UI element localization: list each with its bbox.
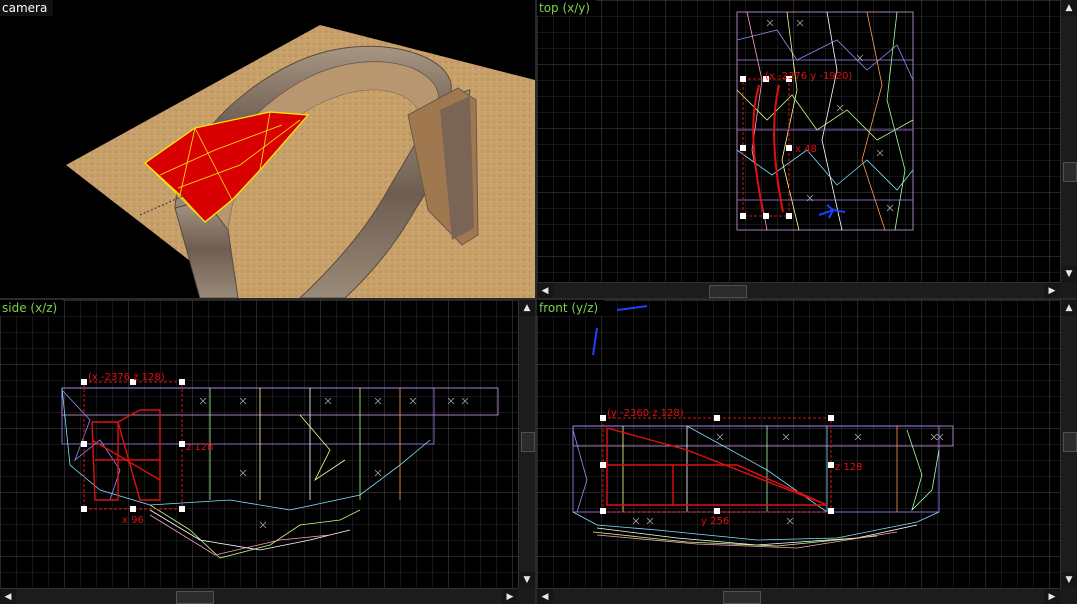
front-grid[interactable]: (y -2360 z 128) z 128 y 256 [537, 300, 1060, 588]
front-width-annotation: y 256 [701, 516, 729, 527]
front-vertical-scrollbar[interactable]: ▲ ▼ [1060, 300, 1077, 588]
front-scroll-corner [1060, 588, 1077, 604]
side-scroll-corner [518, 588, 535, 604]
front-height-annotation: z 128 [835, 462, 863, 473]
side-grid[interactable]: (x -2376 z 128) z 128 x 96 [0, 300, 518, 588]
side-vscroll-thumb[interactable] [521, 432, 535, 452]
top-hscroll-thumb[interactable] [709, 285, 747, 298]
top-size-annotation: x 48 [795, 144, 817, 155]
side-vertical-scrollbar[interactable]: ▲ ▼ [518, 300, 535, 588]
top-scroll-up-button[interactable]: ▲ [1061, 0, 1077, 16]
camera-viewport[interactable]: camera [0, 0, 535, 298]
side-horizontal-scrollbar[interactable]: ◀ ▶ [0, 588, 518, 604]
front-scroll-right-button[interactable]: ▶ [1044, 589, 1060, 604]
side-scroll-down-button[interactable]: ▼ [519, 572, 535, 588]
top-scroll-right-button[interactable]: ▶ [1044, 283, 1060, 298]
top-vscroll-thumb[interactable] [1063, 162, 1077, 182]
top-vertical-scrollbar[interactable]: ▲ ▼ [1060, 0, 1077, 282]
front-scroll-left-button[interactable]: ◀ [537, 589, 553, 604]
front-vscroll-thumb[interactable] [1063, 432, 1077, 452]
side-hscroll-thumb[interactable] [176, 591, 214, 604]
top-grid[interactable]: (x -2376 y -1920) x 48 [537, 0, 1060, 282]
top-viewport[interactable]: top (x/y) (x -2376 y -1920) x 48 ▲ ▼ ◀ ▶ [537, 0, 1077, 298]
camera-viewport-label: camera [0, 0, 54, 16]
front-horizontal-scrollbar[interactable]: ◀ ▶ [537, 588, 1060, 604]
top-scroll-left-button[interactable]: ◀ [537, 283, 553, 298]
side-scroll-left-button[interactable]: ◀ [0, 589, 16, 604]
side-viewport-label: side (x/z) [0, 300, 64, 316]
side-coord-annotation: (x -2376 z 128) [88, 372, 165, 383]
front-viewport-label: front (y/z) [537, 300, 605, 316]
side-scroll-up-button[interactable]: ▲ [519, 300, 535, 316]
front-hscroll-thumb[interactable] [723, 591, 761, 604]
front-viewport[interactable]: front (y/z) (y -2360 z 128) z 128 y 256 … [537, 300, 1077, 604]
side-viewport[interactable]: side (x/z) (x -2376 z 128) z 128 x 96 ▲ … [0, 300, 535, 604]
top-scroll-corner [1060, 282, 1077, 298]
front-coord-annotation: (y -2360 z 128) [607, 408, 684, 419]
top-scroll-down-button[interactable]: ▼ [1061, 266, 1077, 282]
front-scroll-up-button[interactable]: ▲ [1061, 300, 1077, 316]
side-width-annotation: x 96 [122, 515, 144, 526]
top-horizontal-scrollbar[interactable]: ◀ ▶ [537, 282, 1060, 298]
top-coord-annotation: (x -2376 y -1920) [765, 71, 852, 82]
side-scroll-right-button[interactable]: ▶ [502, 589, 518, 604]
side-height-annotation: z 128 [186, 442, 214, 453]
front-scroll-down-button[interactable]: ▼ [1061, 572, 1077, 588]
camera-scene[interactable] [0, 0, 535, 298]
top-viewport-label: top (x/y) [537, 0, 597, 16]
